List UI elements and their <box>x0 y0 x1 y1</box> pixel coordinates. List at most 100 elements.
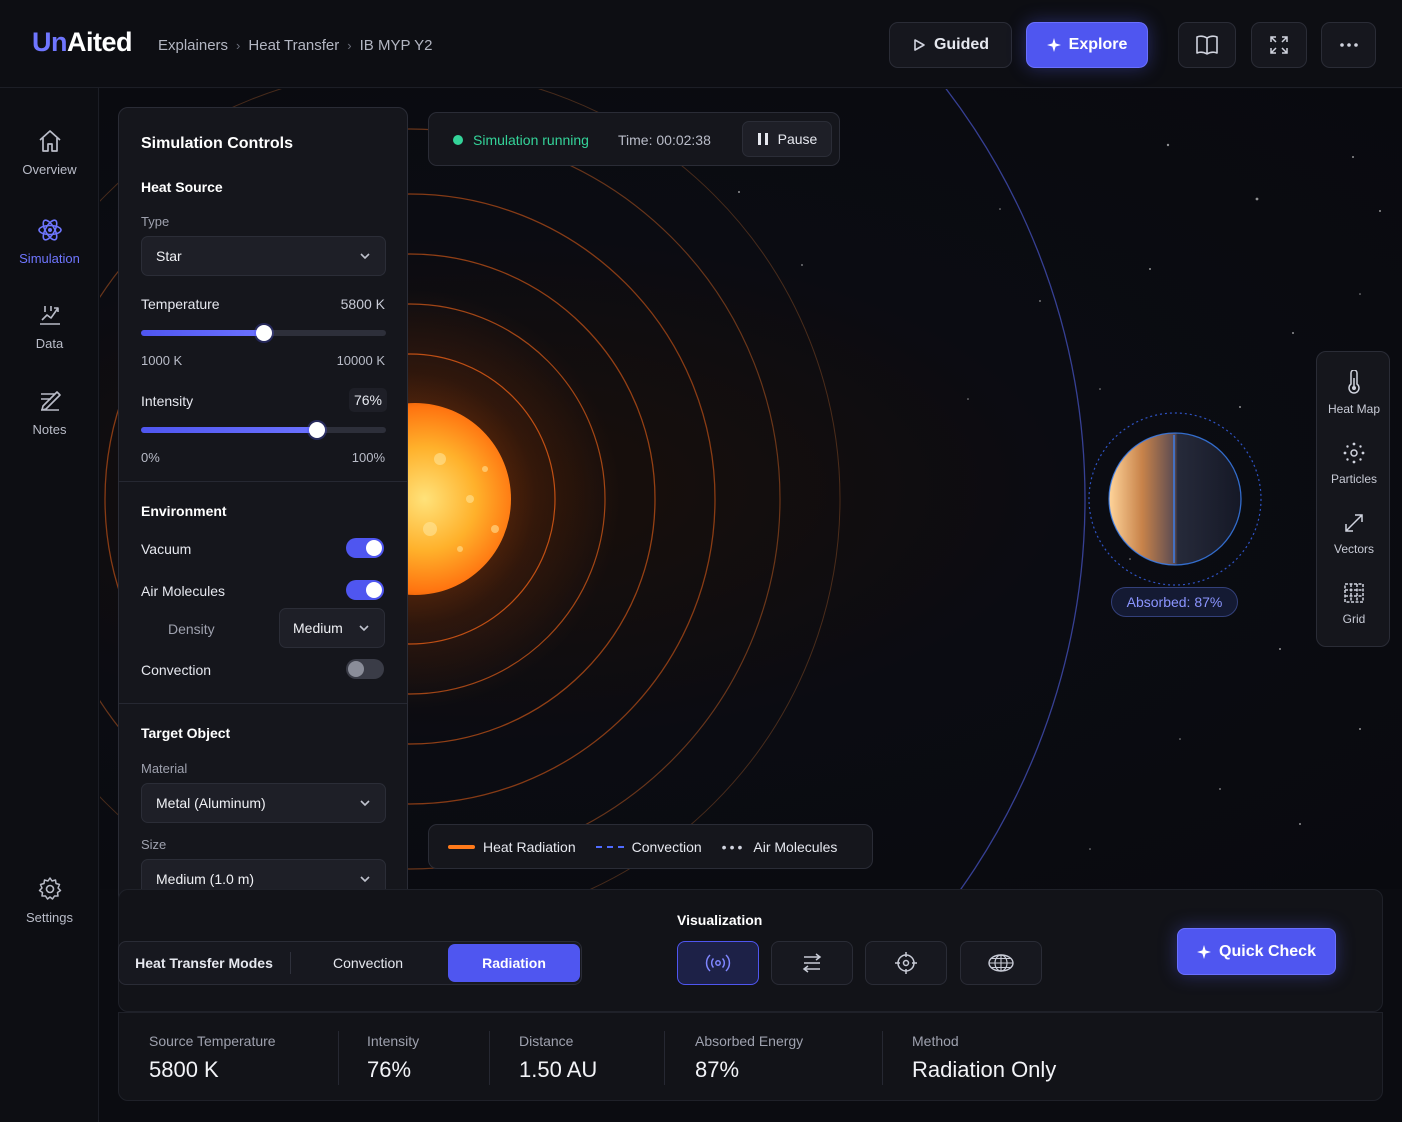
mode-radiation[interactable]: Radiation <box>448 944 580 982</box>
temperature-slider[interactable] <box>141 325 386 341</box>
mode-convection[interactable]: Convection <box>291 942 445 984</box>
convection-toggle[interactable] <box>346 659 384 679</box>
air-molecules-toggle[interactable] <box>346 580 384 600</box>
fullscreen-icon <box>1270 36 1288 54</box>
chevron-down-icon <box>359 625 369 632</box>
quick-check-label: Quick Check <box>1219 942 1316 960</box>
stat-label: Method <box>912 1033 959 1049</box>
breadcrumb-item-explainers[interactable]: Explainers <box>158 37 228 54</box>
tool-particles[interactable]: Particles <box>1317 442 1391 486</box>
material-select[interactable]: Metal (Aluminum) <box>141 783 386 823</box>
stars <box>738 143 1386 850</box>
radiation-swatch <box>448 844 475 849</box>
time-label: Time: 00:02:38 <box>618 132 711 148</box>
notes-icon <box>40 391 61 411</box>
app-logo[interactable]: UnAited <box>32 27 133 58</box>
size-value: Medium (1.0 m) <box>156 871 255 887</box>
stat-label: Intensity <box>367 1033 420 1049</box>
guided-button[interactable]: Guided <box>889 22 1012 68</box>
viz-mesh-button[interactable] <box>960 941 1042 985</box>
vacuum-label: Vacuum <box>141 541 192 557</box>
sparkle-icon <box>1197 944 1212 959</box>
stat-value: Radiation Only <box>912 1057 1057 1082</box>
visualization-title: Visualization <box>677 912 763 928</box>
tool-heat-map[interactable]: Heat Map <box>1317 370 1391 416</box>
more-button[interactable] <box>1321 22 1376 68</box>
divider <box>489 1031 490 1085</box>
thermometer-icon <box>1348 370 1360 394</box>
crosshair-icon <box>895 952 917 974</box>
stat-value: 76% <box>367 1057 412 1082</box>
stat-value: 5800 K <box>149 1057 219 1082</box>
material-value: Metal (Aluminum) <box>156 795 266 811</box>
gear-icon <box>38 877 61 900</box>
viz-flow-button[interactable] <box>771 941 853 985</box>
intensity-slider-fill <box>141 427 318 433</box>
pause-button[interactable]: Pause <box>742 121 832 157</box>
divider <box>882 1031 883 1085</box>
nav-item-notes[interactable]: Notes <box>0 388 99 437</box>
chart-icon <box>39 306 60 325</box>
particles-icon <box>1343 442 1365 464</box>
air-molecules-label: Air Molecules <box>141 583 226 599</box>
simulation-controls-panel: Simulation Controls Heat Source Type Sta… <box>118 107 408 922</box>
tool-label: Heat Map <box>1327 402 1381 416</box>
tool-grid[interactable]: Grid <box>1317 582 1391 626</box>
chevron-down-icon <box>360 800 370 807</box>
intensity-max: 100% <box>351 450 385 465</box>
intensity-slider[interactable] <box>141 422 386 438</box>
nav-item-overview[interactable]: Overview <box>0 128 99 177</box>
fullscreen-button[interactable] <box>1251 22 1307 68</box>
tool-label: Grid <box>1342 612 1366 626</box>
breadcrumb-item-course[interactable]: IB MYP Y2 <box>360 37 433 54</box>
logo-accent: Un <box>32 27 68 57</box>
temperature-label: Temperature <box>141 296 220 312</box>
toggle-knob <box>348 661 364 677</box>
tool-label: Vectors <box>1333 542 1375 556</box>
grid-icon <box>1344 583 1364 603</box>
stat-value: 1.50 AU <box>519 1057 598 1082</box>
nav-label: Settings <box>26 910 73 925</box>
tool-vectors[interactable]: Vectors <box>1317 512 1391 556</box>
intensity-slider-thumb[interactable] <box>309 422 326 438</box>
density-label: Density <box>168 621 215 637</box>
air-dots-swatch: ••• <box>721 838 746 855</box>
nav-label: Simulation <box>19 251 80 266</box>
simulation-status-bar: Simulation running Time: 00:02:38 Pause <box>428 112 840 166</box>
convection-swatch <box>595 845 624 848</box>
density-select[interactable]: Medium <box>279 608 385 648</box>
type-label: Type <box>141 214 170 229</box>
intensity-min: 0% <box>141 450 160 465</box>
nav-item-settings[interactable]: Settings <box>0 876 99 925</box>
chevron-right-icon: › <box>347 38 352 53</box>
mesh-sphere-icon <box>988 954 1014 972</box>
explore-label: Explore <box>1068 36 1128 53</box>
target-object-heading: Target Object <box>141 725 231 741</box>
chevron-down-icon <box>360 876 370 883</box>
temperature-max: 10000 K <box>336 353 385 368</box>
viz-target-button[interactable] <box>865 941 947 985</box>
breadcrumb-item-heat-transfer[interactable]: Heat Transfer <box>248 37 339 54</box>
book-button[interactable] <box>1178 22 1236 68</box>
running-label: Simulation running <box>473 132 589 148</box>
logo-rest: Aited <box>67 27 133 57</box>
type-select[interactable]: Star <box>141 236 386 276</box>
sparkle-icon <box>1046 38 1061 52</box>
nav-item-data[interactable]: Data <box>0 302 99 351</box>
nav-label: Data <box>35 336 64 351</box>
view-tools-panel: Heat Map Particles Vectors Grid <box>1316 351 1390 647</box>
nav-label: Notes <box>32 422 67 437</box>
vacuum-toggle[interactable] <box>346 538 384 558</box>
quick-check-button[interactable]: Quick Check <box>1177 928 1336 975</box>
stat-label: Absorbed Energy <box>695 1033 804 1049</box>
temperature-slider-thumb[interactable] <box>255 325 272 341</box>
intensity-value-box: 76% <box>349 388 387 412</box>
target-planet[interactable] <box>1088 412 1262 586</box>
nav-item-simulation[interactable]: Simulation <box>0 217 99 266</box>
type-value: Star <box>156 248 182 264</box>
modes-title: Heat Transfer Modes <box>135 955 273 971</box>
pause-icon <box>757 133 768 145</box>
left-nav: Overview Simulation Data Notes Settings <box>0 88 99 1122</box>
explore-button[interactable]: Explore <box>1026 22 1148 68</box>
viz-radiation-button[interactable] <box>677 941 759 985</box>
